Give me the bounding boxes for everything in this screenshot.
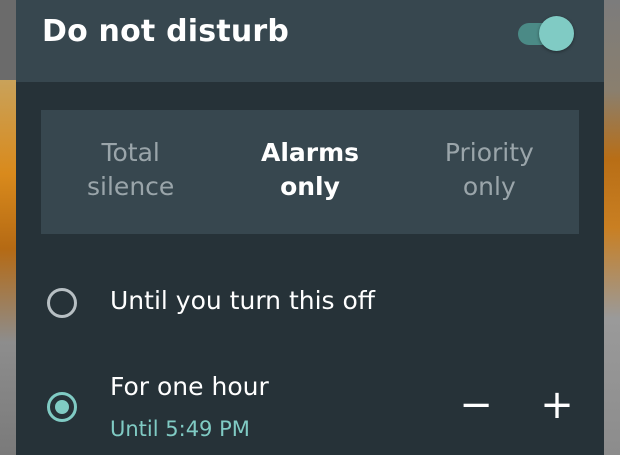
option-end-time: Until 5:49 PM bbox=[110, 417, 250, 441]
wallpaper-left-edge bbox=[0, 80, 16, 455]
mode-selector: Total silence Alarms only Priority only bbox=[41, 110, 579, 234]
radio-unselected[interactable] bbox=[47, 288, 77, 318]
screen: Do not disturb Total silence Alarms only… bbox=[0, 0, 620, 455]
radio-dot bbox=[55, 400, 69, 414]
option-for-one-hour[interactable]: For one hour Until 5:49 PM − + bbox=[16, 360, 604, 455]
toggle-thumb bbox=[539, 16, 574, 51]
mode-alarms-only[interactable]: Alarms only bbox=[220, 110, 399, 234]
option-until-turned-off[interactable]: Until you turn this off bbox=[16, 270, 604, 340]
wallpaper-right-edge bbox=[604, 0, 620, 455]
decrease-duration-button[interactable]: − bbox=[454, 385, 498, 429]
mode-total-silence[interactable]: Total silence bbox=[41, 110, 220, 234]
panel-title: Do not disturb bbox=[42, 14, 290, 49]
increase-duration-button[interactable]: + bbox=[535, 385, 579, 429]
do-not-disturb-toggle[interactable] bbox=[518, 14, 578, 54]
panel-header: Do not disturb bbox=[16, 0, 604, 82]
mode-priority-only[interactable]: Priority only bbox=[400, 110, 579, 234]
option-label: Until you turn this off bbox=[110, 286, 376, 315]
option-label: For one hour bbox=[110, 372, 269, 401]
radio-selected[interactable] bbox=[47, 392, 77, 422]
do-not-disturb-panel: Do not disturb Total silence Alarms only… bbox=[16, 0, 604, 455]
